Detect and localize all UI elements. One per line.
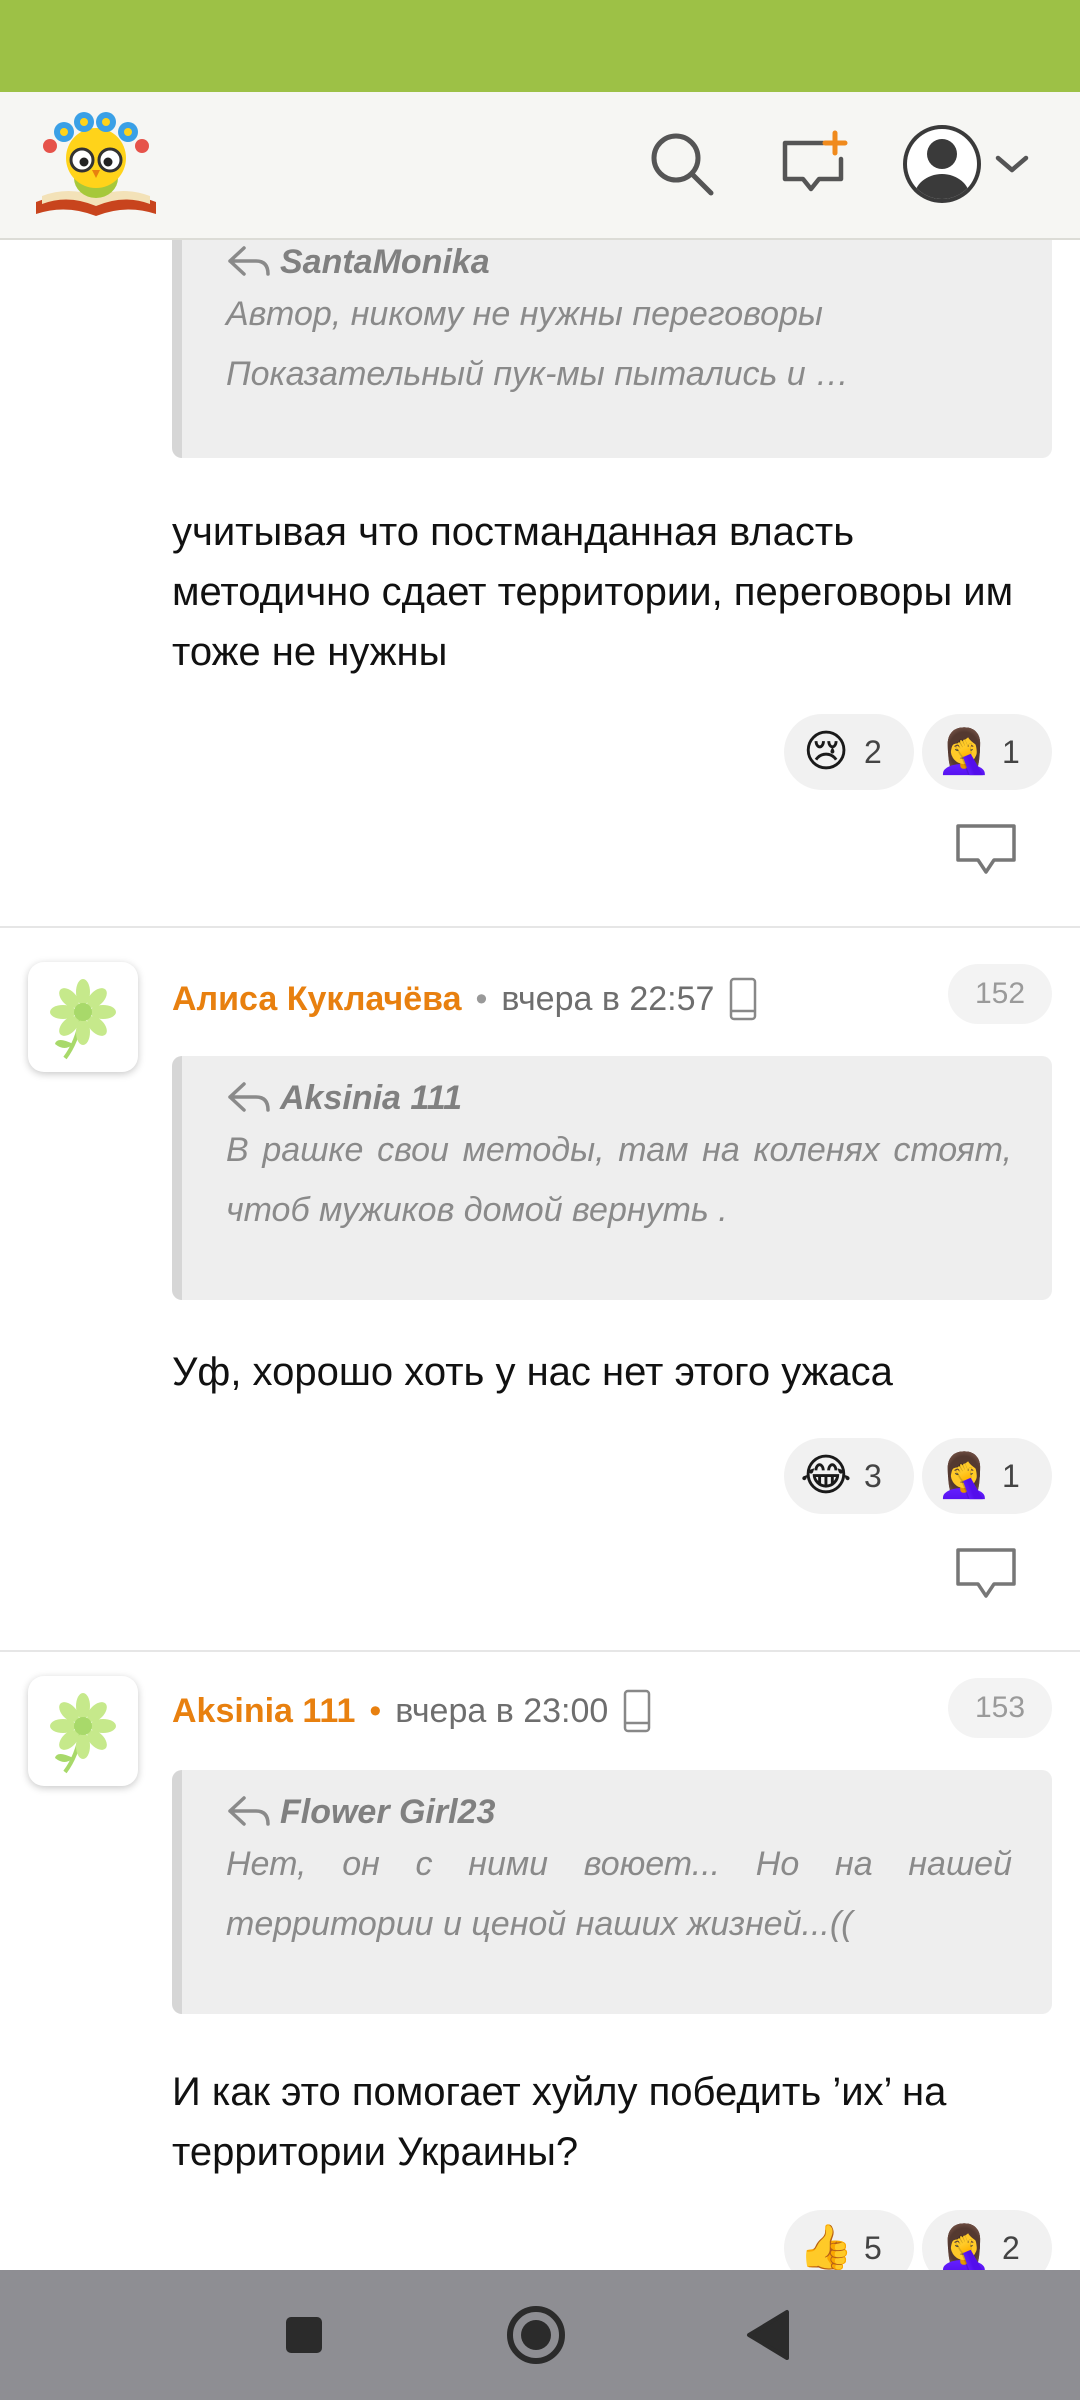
avatar[interactable] xyxy=(28,1676,138,1786)
quote-author: SantaMonika xyxy=(226,240,1012,284)
app-header xyxy=(0,92,1080,240)
new-message-icon xyxy=(782,130,848,192)
quote-author-name: Flower Girl23 xyxy=(280,1792,496,1831)
reaction-count: 2 xyxy=(1002,2229,1020,2266)
recent-apps-button[interactable] xyxy=(264,2295,344,2375)
comment-bubble-icon xyxy=(956,1548,1016,1598)
new-message-button[interactable] xyxy=(772,122,856,206)
quote-author-name: SantaMonika xyxy=(280,242,490,281)
comment-number-badge: 153 xyxy=(948,1678,1052,1738)
laughing-tears-icon: 😂 xyxy=(800,1451,852,1500)
reaction-button[interactable]: 👍 5 xyxy=(784,2210,914,2270)
quoted-reply[interactable]: SantaMonika Автор, никому не нужны перег… xyxy=(172,240,1052,458)
search-icon xyxy=(651,133,714,196)
reply-arrow-icon xyxy=(228,246,270,276)
comments-feed: SantaMonika Автор, никому не нужны перег… xyxy=(0,240,1080,2270)
status-bar xyxy=(0,0,1080,92)
quoted-reply[interactable]: Aksinia 111 В рашке свои методы, там на … xyxy=(172,1056,1052,1300)
reaction-button[interactable]: 🤦‍♀️ 2 xyxy=(922,2210,1052,2270)
avatar[interactable] xyxy=(28,962,138,1072)
quote-author: Aksinia 111 xyxy=(226,1076,1012,1120)
reaction-count: 1 xyxy=(1002,1457,1020,1494)
square-icon xyxy=(286,2317,322,2353)
quote-text: Нет, он с ними воюет... Но на нашей терр… xyxy=(226,1845,1012,1943)
comment-text: Уф, хорошо хоть у нас нет этого ужаса xyxy=(172,1350,893,1394)
mobile-device-icon xyxy=(728,977,758,1021)
crying-face-icon: 😢 xyxy=(803,727,849,776)
facepalm-icon: 🤦‍♀️ xyxy=(936,727,992,776)
reply-arrow-icon xyxy=(228,1796,270,1826)
system-navigation-bar xyxy=(0,2270,1080,2400)
quote-author: Flower Girl23 xyxy=(226,1790,1012,1834)
comment-meta: Aksinia 111 • вчера в 23:00 xyxy=(172,1686,652,1736)
timestamp: вчера в 23:00 xyxy=(395,1691,609,1730)
separator-dot: • xyxy=(475,979,488,1018)
reaction-count: 3 xyxy=(864,1457,882,1494)
thumbs-up-icon: 👍 xyxy=(798,2223,854,2270)
user-avatar-icon xyxy=(903,125,1029,203)
home-button[interactable] xyxy=(496,2295,576,2375)
quoted-reply[interactable]: Flower Girl23 Нет, он с ними воюет... Но… xyxy=(172,1770,1052,2014)
timestamp: вчера в 22:57 xyxy=(501,979,715,1018)
reaction-button[interactable]: 🤦‍♀️ 1 xyxy=(922,714,1052,790)
reaction-button[interactable]: 🤦‍♀️ 1 xyxy=(922,1438,1052,1514)
reply-button[interactable] xyxy=(954,1544,1018,1604)
author-name[interactable]: Aksinia 111 xyxy=(172,1692,355,1731)
circle-home-icon xyxy=(507,2306,565,2364)
quote-text: В рашке свои методы, там на коленях стоя… xyxy=(226,1131,1012,1229)
account-menu-button[interactable] xyxy=(898,116,1048,212)
reaction-count: 2 xyxy=(864,733,882,770)
search-button[interactable] xyxy=(640,122,724,206)
comment-meta: Алиса Куклачёва • вчера в 22:57 xyxy=(172,974,758,1024)
facepalm-icon: 🤦‍♀️ xyxy=(936,1451,992,1500)
reply-arrow-icon xyxy=(228,1082,270,1112)
comment-text: учитывая что постманданная власть методи… xyxy=(172,510,1014,674)
reaction-button[interactable]: 😢 2 xyxy=(784,714,914,790)
mobile-device-icon xyxy=(622,1689,652,1733)
reply-button[interactable] xyxy=(954,820,1018,880)
quote-text: Автор, никому не нужны переговоры Показа… xyxy=(226,295,850,393)
reaction-count: 5 xyxy=(864,2229,882,2266)
flower-avatar-icon xyxy=(50,979,116,1060)
comment-bubble-icon xyxy=(956,824,1016,874)
author-name[interactable]: Алиса Куклачёва xyxy=(172,980,462,1019)
flower-avatar-icon xyxy=(50,1693,116,1774)
chevron-down-icon xyxy=(995,155,1029,173)
site-logo[interactable] xyxy=(32,106,160,222)
reaction-count: 1 xyxy=(1002,733,1020,770)
separator-dot: • xyxy=(369,1691,382,1730)
comment-number-badge: 152 xyxy=(948,964,1052,1024)
quote-author-name: Aksinia 111 xyxy=(280,1078,463,1117)
reaction-button[interactable]: 😂 3 xyxy=(784,1438,914,1514)
comment-text: И как это помогает хуйлу победить ’их’ н… xyxy=(172,2070,947,2174)
triangle-back-icon xyxy=(747,2310,789,2360)
divider xyxy=(0,926,1080,928)
divider xyxy=(0,1650,1080,1652)
facepalm-icon: 🤦‍♀️ xyxy=(936,2223,992,2270)
back-button[interactable] xyxy=(728,2295,808,2375)
reading-owl-logo-icon xyxy=(36,112,156,216)
